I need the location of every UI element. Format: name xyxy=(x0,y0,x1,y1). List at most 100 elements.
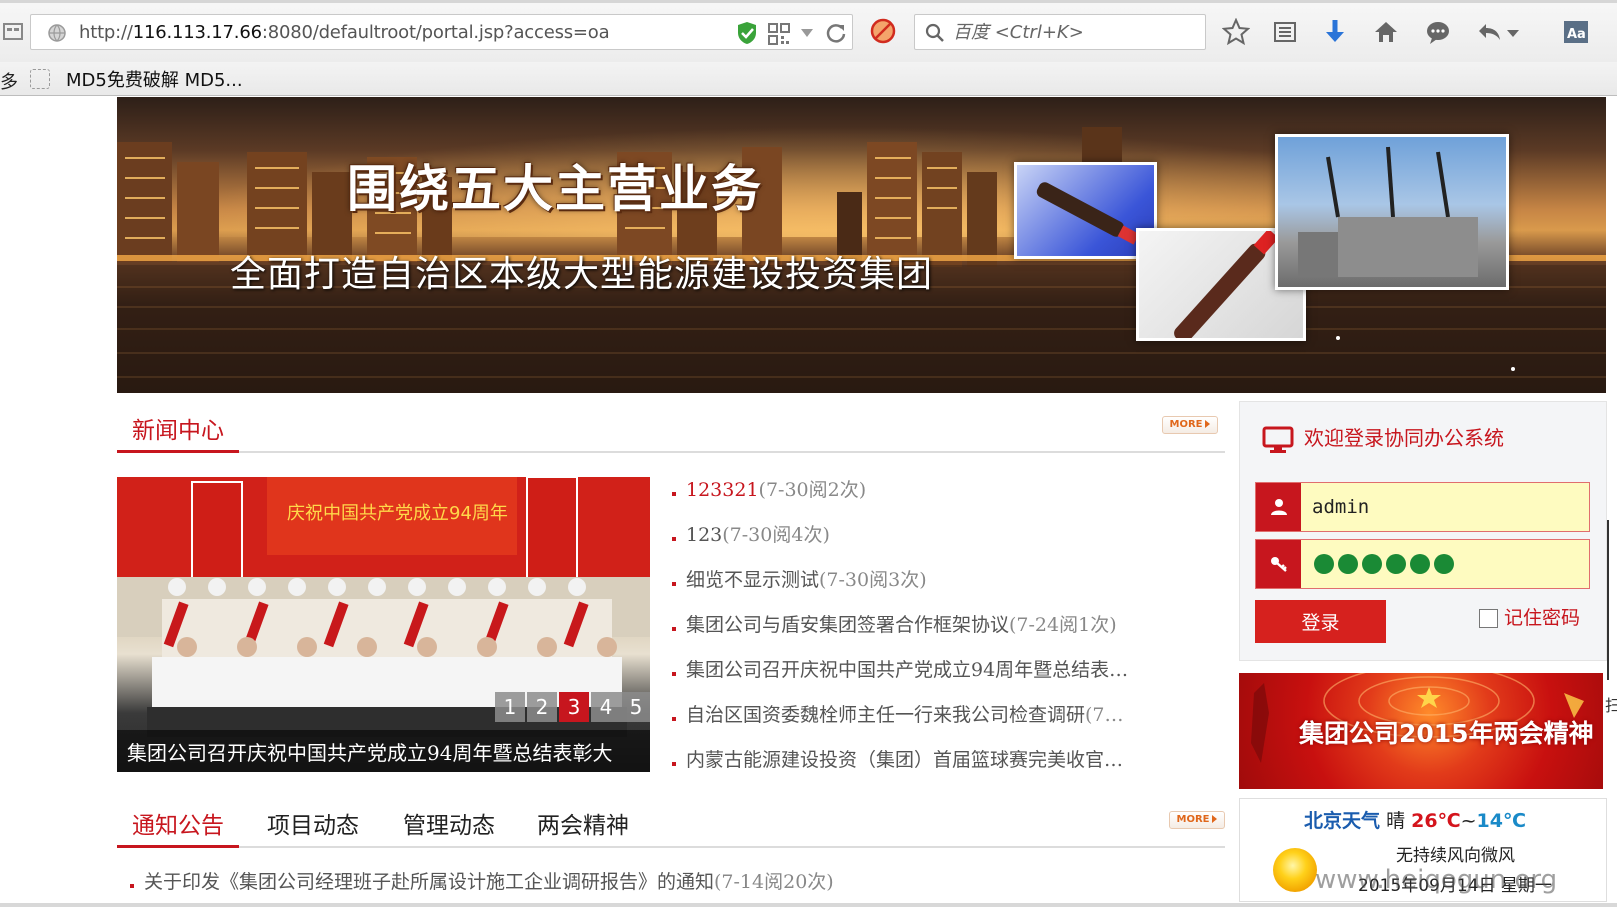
search-input[interactable] xyxy=(953,20,1193,44)
monitor-icon xyxy=(1262,426,1294,453)
url-text[interactable]: http://116.113.17.66:8080/defaultroot/po… xyxy=(79,22,610,43)
password-dot xyxy=(1362,554,1382,574)
password-input[interactable] xyxy=(1314,554,1454,574)
reload-icon[interactable] xyxy=(825,22,847,44)
news-item-title[interactable]: 自治区国资委魏栓师主任一行来我公司检查调研 xyxy=(686,704,1085,726)
news-item[interactable]: 细览不显示测试(7-30阅3次) xyxy=(672,565,1172,595)
weather-low: 14℃ xyxy=(1476,810,1526,832)
weather-wind: 无持续风向微风 xyxy=(1396,846,1515,866)
password-field[interactable] xyxy=(1255,539,1590,589)
qr-code-icon[interactable] xyxy=(768,23,790,45)
news-item-title[interactable]: 集团公司与盾安集团签署合作框架协议 xyxy=(686,614,1009,636)
download-icon[interactable] xyxy=(1321,18,1349,46)
chevron-down-icon[interactable] xyxy=(801,29,813,37)
bookmark-md5[interactable]: MD5免费破解 MD5... xyxy=(30,66,243,92)
reading-list-icon[interactable] xyxy=(1271,18,1299,46)
password-dot xyxy=(1338,554,1358,574)
remember-password-label[interactable]: 记住密码 xyxy=(1504,603,1580,630)
login-panel: 欢迎登录协同办公系统 登录 记住密码 xyxy=(1239,401,1607,661)
side-tab-edge[interactable] xyxy=(1607,520,1617,680)
undo-icon[interactable] xyxy=(1476,18,1504,46)
news-item[interactable]: 集团公司与盾安集团签署合作框架协议(7-24阅1次) xyxy=(672,610,1172,640)
watermark: www.heiqogun.org xyxy=(1315,865,1558,895)
news-center-header: 新闻中心 MORE xyxy=(117,399,1225,453)
login-button[interactable]: 登录 xyxy=(1255,600,1386,643)
slider-page-1[interactable]: 1 xyxy=(495,692,525,722)
bookmark-favicon-icon xyxy=(30,69,50,89)
svg-text:庆祝中国共产党成立94周年: 庆祝中国共产党成立94周年 xyxy=(287,503,508,524)
search-icon xyxy=(925,23,944,42)
key-icon xyxy=(1271,557,1287,572)
news-item-title[interactable]: 123321 xyxy=(686,479,759,501)
tab-notices[interactable]: 通知公告 xyxy=(117,794,239,848)
username-field[interactable] xyxy=(1255,482,1590,532)
bullet-icon xyxy=(672,672,676,676)
weather-city[interactable]: 北京天气 xyxy=(1304,810,1380,832)
two-sessions-promo-banner[interactable]: 集团公司2015年两会精神 xyxy=(1239,673,1603,789)
tab-project-updates[interactable]: 项目动态 xyxy=(267,794,359,848)
banner-title: 围绕五大主营业务 xyxy=(347,160,763,218)
news-item-meta: (7-30阅4次) xyxy=(722,524,830,546)
remember-password-checkbox[interactable] xyxy=(1479,609,1498,628)
chat-icon[interactable] xyxy=(1424,18,1452,46)
search-bar[interactable] xyxy=(914,14,1206,50)
dropdown-arrow-icon[interactable] xyxy=(1505,18,1521,46)
news-item[interactable]: 内蒙古能源建设投资（集团）首届篮球赛完美收官… xyxy=(672,745,1172,775)
bullet-icon xyxy=(672,537,676,541)
url-prefix: http:// xyxy=(79,22,133,43)
notice-section-header: 通知公告 项目动态 管理动态 两会精神 MORE xyxy=(117,794,1225,848)
news-item[interactable]: 123321(7-30阅2次) xyxy=(672,475,1172,505)
slider-page-4[interactable]: 4 xyxy=(591,692,621,722)
tab-news-center[interactable]: 新闻中心 xyxy=(117,399,239,453)
bullet-icon xyxy=(672,627,676,631)
promo-text: 集团公司2015年两会精神 xyxy=(1299,719,1594,748)
news-item-title[interactable]: 123 xyxy=(686,524,722,546)
weather-separator: ~ xyxy=(1460,810,1477,832)
notice-item-meta: (7-14阅20次) xyxy=(714,871,834,893)
home-icon[interactable] xyxy=(1372,18,1400,46)
url-host: 116.113.17.66 xyxy=(132,22,262,43)
user-icon xyxy=(1271,499,1287,515)
side-tab-glyph[interactable]: 扫 xyxy=(1605,692,1617,716)
slider-caption[interactable]: 集团公司召开庆祝中国共产党成立94周年暨总结表彰大 xyxy=(127,737,612,766)
slider-page-2[interactable]: 2 xyxy=(527,692,557,722)
news-item[interactable]: 123(7-30阅4次) xyxy=(672,520,1172,550)
banner-subtitle: 全面打造自治区本级大型能源建设投资集团 xyxy=(230,254,934,295)
password-dot xyxy=(1314,554,1334,574)
notice-item[interactable]: 关于印发《集团公司经理班子赴所属设计施工企业调研报告》的通知(7-14阅20次) xyxy=(130,867,834,894)
bullet-icon xyxy=(672,717,676,721)
notice-item-title[interactable]: 关于印发《集团公司经理班子赴所属设计施工企业调研报告》的通知 xyxy=(144,871,714,893)
password-dot xyxy=(1410,554,1430,574)
news-item[interactable]: 集团公司召开庆祝中国共产党成立94周年暨总结表… xyxy=(672,655,1172,685)
bookmark-partial[interactable]: 多 xyxy=(0,68,18,94)
password-dot xyxy=(1386,554,1406,574)
news-more-button[interactable]: MORE xyxy=(1162,416,1218,434)
news-item-title[interactable]: 集团公司召开庆祝中国共产党成立94周年暨总结表… xyxy=(686,659,1128,681)
slider-page-5[interactable]: 5 xyxy=(621,692,650,722)
login-title: 欢迎登录协同办公系统 xyxy=(1304,426,1504,450)
news-item-title[interactable]: 内蒙古能源建设投资（集团）首届篮球赛完美收官… xyxy=(686,749,1123,771)
globe-icon xyxy=(48,24,66,42)
shield-icon[interactable] xyxy=(736,21,758,45)
bookmark-label: MD5免费破解 MD5... xyxy=(66,70,243,91)
tab-two-sessions[interactable]: 两会精神 xyxy=(537,794,629,848)
key-icon-box xyxy=(1256,540,1301,588)
news-photo-slider[interactable]: 庆祝中国共产党成立94周年 1 2 3 4 5 集团公司召开庆祝中国共产党成立9… xyxy=(117,477,650,772)
notices-more-button[interactable]: MORE xyxy=(1169,811,1225,829)
weather-summary: 北京天气 晴 26℃~14℃ xyxy=(1304,806,1526,833)
username-input[interactable] xyxy=(1312,493,1582,521)
bullet-icon xyxy=(672,582,676,586)
sun-icon xyxy=(1273,848,1317,892)
reader-mode-icon[interactable]: Aa xyxy=(1562,18,1590,46)
address-bar[interactable]: http://116.113.17.66:8080/defaultroot/po… xyxy=(30,14,853,50)
news-item-meta: (7… xyxy=(1085,704,1124,726)
toolbar-top-line xyxy=(0,0,1617,3)
tab-management-updates[interactable]: 管理动态 xyxy=(403,794,495,848)
adblock-icon[interactable] xyxy=(870,18,896,44)
svg-text:Aa: Aa xyxy=(1567,27,1586,42)
slider-page-3[interactable]: 3 xyxy=(559,692,589,722)
news-item[interactable]: 自治区国资委魏栓师主任一行来我公司检查调研(7… xyxy=(672,700,1172,730)
star-icon[interactable] xyxy=(1222,18,1250,46)
news-item-title[interactable]: 细览不显示测试 xyxy=(686,569,819,591)
page-info-icon[interactable] xyxy=(2,20,24,42)
